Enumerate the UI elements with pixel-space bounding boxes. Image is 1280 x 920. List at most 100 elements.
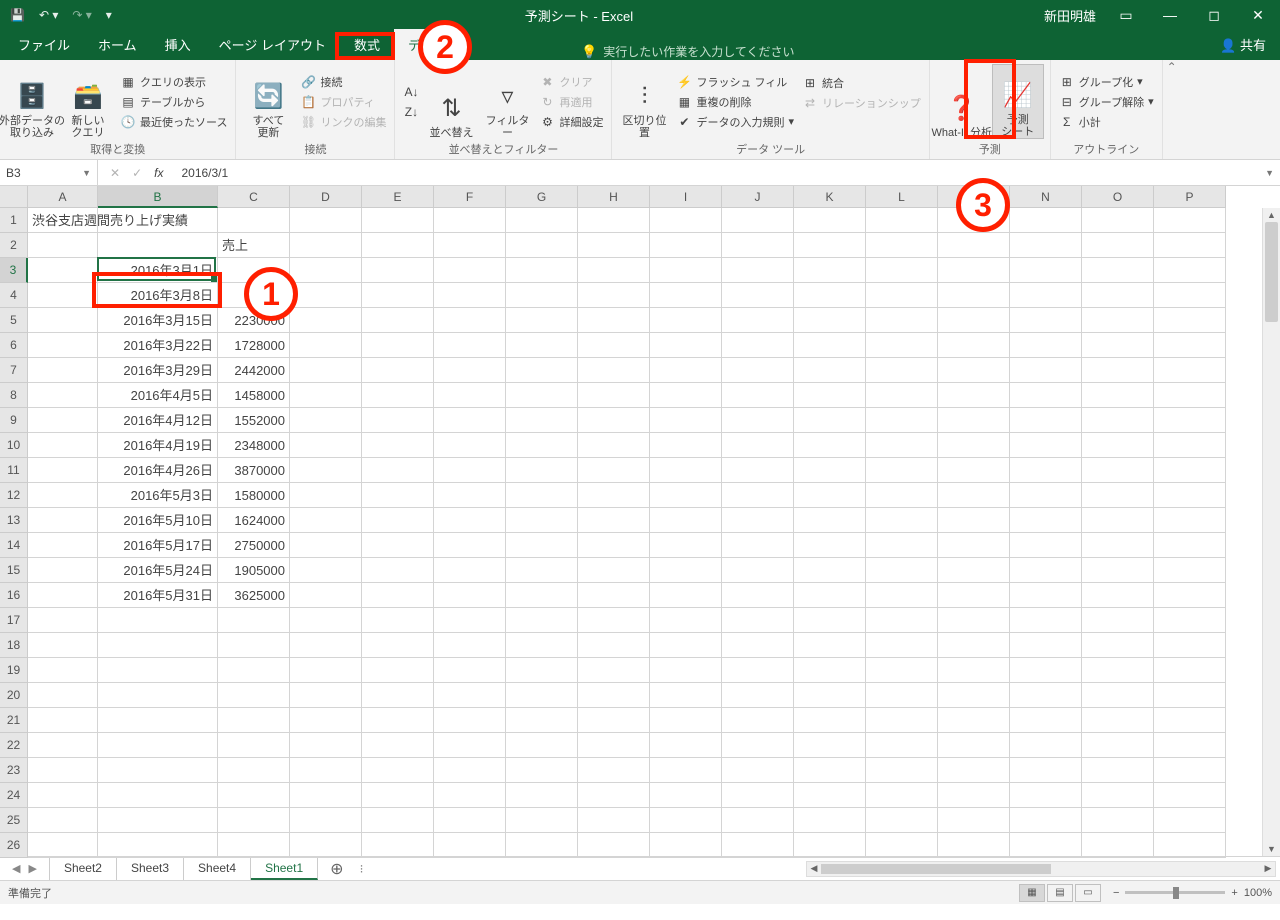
- cell-O1[interactable]: [1082, 208, 1154, 233]
- cell-G10[interactable]: [506, 433, 578, 458]
- cell-L19[interactable]: [866, 658, 938, 683]
- cell-P26[interactable]: [1154, 833, 1226, 858]
- add-sheet-button[interactable]: ⊕: [318, 859, 355, 879]
- cell-C21[interactable]: [218, 708, 290, 733]
- cell-A17[interactable]: [28, 608, 98, 633]
- cell-F15[interactable]: [434, 558, 506, 583]
- cell-F2[interactable]: [434, 233, 506, 258]
- cell-P2[interactable]: [1154, 233, 1226, 258]
- cell-K19[interactable]: [794, 658, 866, 683]
- share-button[interactable]: 👤 共有: [1206, 29, 1280, 60]
- sheet-nav-prev-icon[interactable]: ◀: [12, 862, 20, 875]
- cell-O8[interactable]: [1082, 383, 1154, 408]
- cell-E14[interactable]: [362, 533, 434, 558]
- cell-E3[interactable]: [362, 258, 434, 283]
- cell-D9[interactable]: [290, 408, 362, 433]
- cell-G11[interactable]: [506, 458, 578, 483]
- col-header-E[interactable]: E: [362, 186, 434, 208]
- cell-A7[interactable]: [28, 358, 98, 383]
- row-header-18[interactable]: 18: [0, 633, 28, 658]
- cell-H18[interactable]: [578, 633, 650, 658]
- whatif-button[interactable]: ❓ What-If 分析: [936, 64, 988, 139]
- cell-I8[interactable]: [650, 383, 722, 408]
- cell-G26[interactable]: [506, 833, 578, 858]
- cell-H12[interactable]: [578, 483, 650, 508]
- cell-P8[interactable]: [1154, 383, 1226, 408]
- cell-J16[interactable]: [722, 583, 794, 608]
- cell-G17[interactable]: [506, 608, 578, 633]
- col-header-B[interactable]: B: [98, 186, 218, 208]
- cell-E17[interactable]: [362, 608, 434, 633]
- hscroll-thumb[interactable]: [821, 864, 1051, 874]
- cell-G12[interactable]: [506, 483, 578, 508]
- row-headers[interactable]: 1234567891011121314151617181920212223242…: [0, 208, 28, 856]
- cell-M21[interactable]: [938, 708, 1010, 733]
- cell-A1[interactable]: 渋谷支店週間売り上げ実績: [28, 208, 98, 233]
- ribbon-options-icon[interactable]: ▭: [1104, 0, 1148, 30]
- cell-L15[interactable]: [866, 558, 938, 583]
- zoom-out-button[interactable]: −: [1113, 887, 1119, 899]
- cell-K25[interactable]: [794, 808, 866, 833]
- cell-F24[interactable]: [434, 783, 506, 808]
- new-query-button[interactable]: 🗃️ 新しい クエリ: [62, 64, 114, 139]
- cell-O9[interactable]: [1082, 408, 1154, 433]
- cell-B25[interactable]: [98, 808, 218, 833]
- cell-E13[interactable]: [362, 508, 434, 533]
- cell-J4[interactable]: [722, 283, 794, 308]
- cell-C8[interactable]: 1458000: [218, 383, 290, 408]
- cell-J2[interactable]: [722, 233, 794, 258]
- cell-E10[interactable]: [362, 433, 434, 458]
- cell-G6[interactable]: [506, 333, 578, 358]
- cell-E1[interactable]: [362, 208, 434, 233]
- cell-L7[interactable]: [866, 358, 938, 383]
- data-validation-button[interactable]: ✔データの入力規則 ▾: [674, 113, 796, 131]
- cell-G22[interactable]: [506, 733, 578, 758]
- minimize-icon[interactable]: —: [1148, 0, 1192, 30]
- cell-M18[interactable]: [938, 633, 1010, 658]
- cell-B18[interactable]: [98, 633, 218, 658]
- cell-P10[interactable]: [1154, 433, 1226, 458]
- cell-B19[interactable]: [98, 658, 218, 683]
- cell-H6[interactable]: [578, 333, 650, 358]
- cell-C23[interactable]: [218, 758, 290, 783]
- cell-H16[interactable]: [578, 583, 650, 608]
- row-header-20[interactable]: 20: [0, 683, 28, 708]
- cell-E18[interactable]: [362, 633, 434, 658]
- cell-N21[interactable]: [1010, 708, 1082, 733]
- zoom-level[interactable]: 100%: [1244, 887, 1272, 899]
- cell-K9[interactable]: [794, 408, 866, 433]
- cell-C5[interactable]: 2230000: [218, 308, 290, 333]
- external-data-button[interactable]: 🗄️ 外部データの 取り込み: [6, 64, 58, 139]
- cell-F21[interactable]: [434, 708, 506, 733]
- cell-D21[interactable]: [290, 708, 362, 733]
- cell-L25[interactable]: [866, 808, 938, 833]
- sort-button[interactable]: ⇅ 並べ替え: [425, 64, 477, 139]
- cell-E8[interactable]: [362, 383, 434, 408]
- cell-D25[interactable]: [290, 808, 362, 833]
- cell-O6[interactable]: [1082, 333, 1154, 358]
- cell-K7[interactable]: [794, 358, 866, 383]
- cell-N2[interactable]: [1010, 233, 1082, 258]
- cell-C12[interactable]: 1580000: [218, 483, 290, 508]
- cell-J24[interactable]: [722, 783, 794, 808]
- cell-D11[interactable]: [290, 458, 362, 483]
- cell-J7[interactable]: [722, 358, 794, 383]
- cell-K26[interactable]: [794, 833, 866, 858]
- tab-formulas[interactable]: 数式: [340, 29, 394, 60]
- cell-D13[interactable]: [290, 508, 362, 533]
- chevron-down-icon[interactable]: ▼: [82, 168, 91, 178]
- cell-H4[interactable]: [578, 283, 650, 308]
- cell-P22[interactable]: [1154, 733, 1226, 758]
- cell-O25[interactable]: [1082, 808, 1154, 833]
- cell-N12[interactable]: [1010, 483, 1082, 508]
- col-header-I[interactable]: I: [650, 186, 722, 208]
- cell-B21[interactable]: [98, 708, 218, 733]
- cell-E7[interactable]: [362, 358, 434, 383]
- cell-B13[interactable]: 2016年5月10日: [98, 508, 218, 533]
- cell-E21[interactable]: [362, 708, 434, 733]
- cell-J19[interactable]: [722, 658, 794, 683]
- cell-K24[interactable]: [794, 783, 866, 808]
- cell-J8[interactable]: [722, 383, 794, 408]
- tab-split-handle[interactable]: ⁝: [356, 862, 368, 876]
- cell-O23[interactable]: [1082, 758, 1154, 783]
